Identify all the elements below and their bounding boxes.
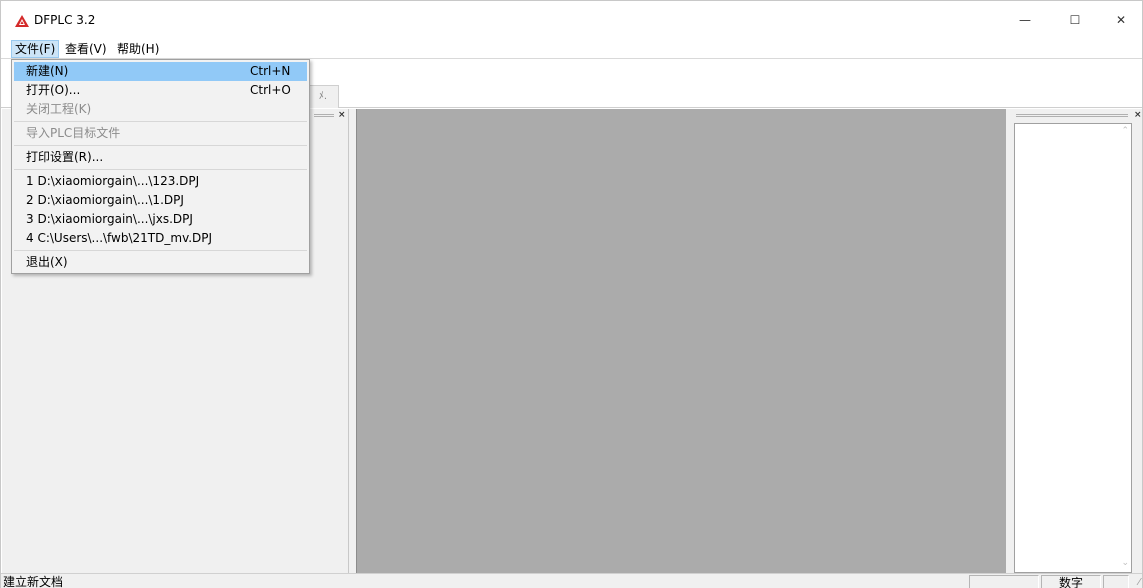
menu-item-recent-3[interactable]: 3 D:\xiaomiorgain\...\jxs.DPJ [12, 210, 309, 229]
toolbar-tab-fragment[interactable]: ﾒ. [307, 85, 339, 108]
menu-view[interactable]: 查看(V) [62, 40, 110, 58]
minimize-icon: — [1019, 13, 1031, 27]
status-cell-scroll [1103, 575, 1129, 588]
menu-item-new[interactable]: 新建(N) Ctrl+N [14, 62, 307, 81]
menu-bar: 文件(F) 查看(V) 帮助(H) [1, 39, 1142, 59]
scroll-up-icon[interactable]: ⌃ [1121, 126, 1129, 136]
status-message: 建立新文档 [3, 575, 64, 588]
menu-separator [14, 169, 307, 170]
menu-file[interactable]: 文件(F) [11, 40, 60, 58]
menu-item-new-shortcut: Ctrl+N [250, 64, 291, 78]
right-pane-grip[interactable] [1016, 114, 1128, 117]
maximize-icon: ☐ [1069, 13, 1081, 27]
right-dock-pane: × ⌃ ⌄ [1006, 109, 1142, 573]
menu-item-recent-4[interactable]: 4 C:\Users\...\fwb\21TD_mv.DPJ [12, 229, 309, 248]
menu-item-exit[interactable]: 退出(X) [12, 253, 309, 272]
menu-separator [14, 145, 307, 146]
close-icon: ✕ [1115, 13, 1127, 27]
scroll-down-icon[interactable]: ⌄ [1121, 558, 1129, 568]
maximize-button[interactable]: ☐ [1052, 1, 1098, 39]
status-cell-empty [969, 575, 1039, 588]
file-menu-dropdown: 新建(N) Ctrl+N 打开(O)... Ctrl+O 关闭工程(K) 导入P… [11, 59, 310, 274]
menu-item-recent-2[interactable]: 2 D:\xiaomiorgain\...\1.DPJ [12, 191, 309, 210]
minimize-button[interactable]: — [1002, 1, 1048, 39]
menu-item-open[interactable]: 打开(O)... Ctrl+O [12, 81, 309, 100]
menu-item-new-label: 新建(N) [26, 64, 69, 78]
menu-item-close-project: 关闭工程(K) [26, 102, 92, 116]
pane-splitter[interactable] [349, 109, 356, 573]
resize-grip-icon[interactable]: ⁄ [1138, 577, 1140, 588]
pane-grip[interactable] [314, 114, 334, 117]
mdi-workspace [356, 109, 1006, 573]
close-button[interactable]: ✕ [1098, 1, 1143, 39]
menu-help[interactable]: 帮助(H) [114, 40, 162, 58]
menu-item-open-shortcut: Ctrl+O [250, 83, 291, 97]
menu-item-recent-1[interactable]: 1 D:\xiaomiorgain\...\123.DPJ [12, 172, 309, 191]
menu-item-print-setup[interactable]: 打印设置(R)... [12, 148, 309, 167]
right-pane-list[interactable]: ⌃ ⌄ [1014, 123, 1132, 573]
status-bar: 建立新文档 数字 ⁄ [1, 573, 1142, 588]
status-num-indicator: 数字 [1041, 575, 1101, 588]
right-pane-close-icon[interactable]: × [1134, 109, 1142, 121]
menu-separator [14, 121, 307, 122]
app-window: DFPLC 3.2 — ☐ ✕ 文件(F) 查看(V) 帮助(H) ﾒ. × ×… [0, 0, 1143, 588]
title-bar[interactable]: DFPLC 3.2 — ☐ ✕ [1, 1, 1142, 39]
menu-item-import-plc: 导入PLC目标文件 [26, 126, 121, 140]
menu-item-open-label: 打开(O)... [26, 83, 81, 97]
left-pane-close-icon[interactable]: × [338, 109, 346, 121]
menu-separator [14, 250, 307, 251]
window-title: DFPLC 3.2 [34, 13, 96, 27]
app-logo-icon [15, 15, 29, 27]
